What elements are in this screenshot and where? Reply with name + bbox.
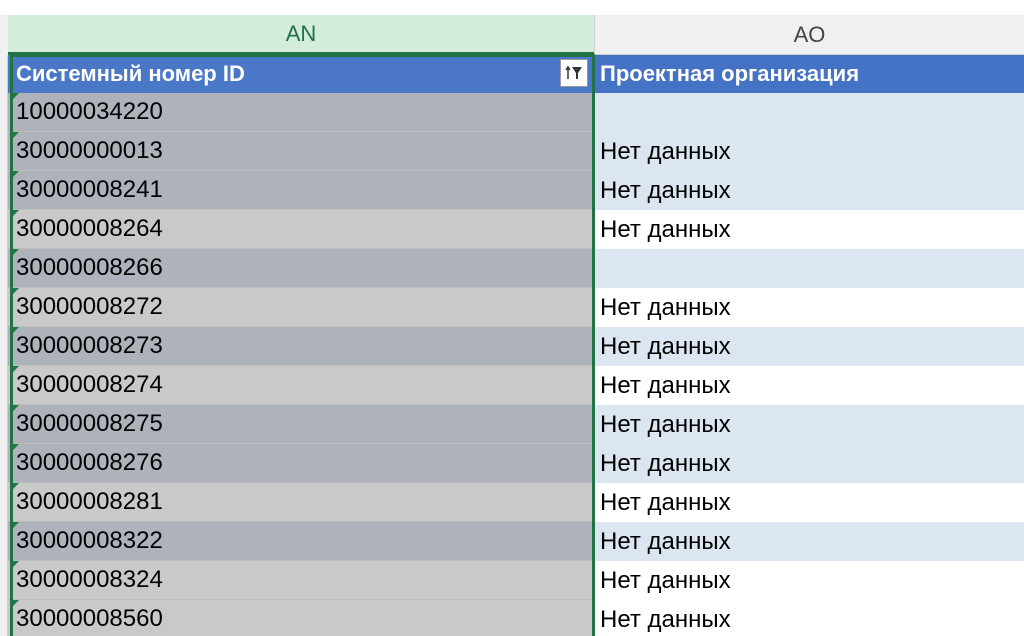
cell-project-org-value: Нет данных [600,293,731,321]
cell-project-org[interactable] [594,93,1024,132]
table-row: 30000008272 Нет данных [8,288,1024,327]
cell-project-org-value: Нет данных [600,527,731,555]
cell-project-org[interactable]: Нет данных [594,132,1024,171]
cell-project-org-value: Нет данных [600,176,731,204]
cell-project-org[interactable]: Нет данных [594,327,1024,366]
table-row: 30000008324 Нет данных [8,561,1024,600]
cell-project-org[interactable]: Нет данных [594,366,1024,405]
table-row: 30000008241 Нет данных [8,171,1024,210]
cell-project-org-value: Нет данных [600,449,731,477]
error-indicator-icon [11,366,19,374]
cell-project-org[interactable]: Нет данных [594,561,1024,600]
cell-system-id-value: 30000008241 [16,176,163,203]
cell-system-id[interactable]: 30000008241 [8,171,594,210]
cell-system-id[interactable]: 30000008276 [8,444,594,483]
cell-system-id-value: 30000008272 [16,293,163,320]
cell-system-id-value: 30000008322 [16,527,163,554]
cell-system-id[interactable]: 30000008273 [8,327,594,366]
cell-system-id-value: 30000008324 [16,566,163,593]
cell-project-org-value: Нет данных [600,332,731,360]
error-indicator-icon [11,249,19,257]
error-indicator-icon [11,132,19,140]
error-indicator-icon [11,522,19,530]
cell-project-org-value: Нет данных [600,605,731,633]
column-headers: AN AO [0,15,1024,55]
table-row: 30000000013 Нет данных [8,132,1024,171]
cell-project-org[interactable]: Нет данных [594,600,1024,636]
table-row: 30000008275 Нет данных [8,405,1024,444]
table-row: 10000034220 [8,93,1024,132]
header-label-project-org: Проектная организация [600,61,860,86]
cell-grid: Системный номер ID Проектная организация… [8,55,1024,636]
table-row: 30000008322 Нет данных [8,522,1024,561]
cell-project-org[interactable]: Нет данных [594,483,1024,522]
cell-project-org-value: Нет данных [600,566,731,594]
cell-system-id-value: 10000034220 [16,98,163,125]
table-row: 30000008273 Нет данных [8,327,1024,366]
cell-system-id[interactable]: 30000008266 [8,249,594,288]
column-header-ao[interactable]: AO [594,15,1024,55]
table-row: 30000008264 Нет данных [8,210,1024,249]
cell-system-id[interactable]: 30000008322 [8,522,594,561]
cell-system-id[interactable]: 30000008264 [8,210,594,249]
cell-system-id-value: 30000008264 [16,215,163,242]
cell-system-id[interactable]: 30000008281 [8,483,594,522]
table-row: 30000008281 Нет данных [8,483,1024,522]
cell-system-id-value: 30000008560 [16,605,163,632]
cell-project-org[interactable]: Нет данных [594,405,1024,444]
cell-project-org[interactable]: Нет данных [594,210,1024,249]
column-header-an[interactable]: AN [8,15,594,55]
error-indicator-icon [11,561,19,569]
cell-project-org-value: Нет данных [600,137,731,165]
spreadsheet: AN AO Системный номер ID Проектная орган… [0,0,1024,636]
cell-system-id[interactable]: 30000008274 [8,366,594,405]
error-indicator-icon [11,288,19,296]
table-row: 30000008560 Нет данных [8,600,1024,636]
cell-system-id-value: 30000008281 [16,488,163,515]
cell-project-org[interactable] [594,249,1024,288]
filter-sort-icon[interactable] [560,59,588,87]
cell-system-id[interactable]: 30000008324 [8,561,594,600]
top-strip [0,0,1024,15]
header-label-system-id: Системный номер ID [16,61,245,86]
table-row: 30000008276 Нет данных [8,444,1024,483]
error-indicator-icon [11,600,19,608]
cell-system-id[interactable]: 30000000013 [8,132,594,171]
cell-project-org-value: Нет данных [600,488,731,516]
error-indicator-icon [11,327,19,335]
error-indicator-icon [11,444,19,452]
error-indicator-icon [11,210,19,218]
error-indicator-icon [11,405,19,413]
cell-system-id-value: 30000000013 [16,137,163,164]
cell-system-id-value: 30000008273 [16,332,163,359]
table-row: 30000008274 Нет данных [8,366,1024,405]
cell-system-id[interactable]: 30000008560 [8,600,594,636]
cell-system-id-value: 30000008274 [16,371,163,398]
cell-project-org[interactable]: Нет данных [594,171,1024,210]
cell-project-org[interactable]: Нет данных [594,522,1024,561]
header-cell-project-org[interactable]: Проектная организация [594,55,1024,93]
table-row: 30000008266 [8,249,1024,288]
row-header-stub [0,15,8,636]
error-indicator-icon [11,171,19,179]
header-cell-system-id[interactable]: Системный номер ID [8,55,594,93]
cell-system-id-value: 30000008266 [16,254,163,281]
cell-project-org-value: Нет данных [600,215,731,243]
cell-project-org[interactable]: Нет данных [594,288,1024,327]
cell-system-id[interactable]: 10000034220 [8,93,594,132]
cell-system-id[interactable]: 30000008275 [8,405,594,444]
cell-system-id-value: 30000008276 [16,449,163,476]
cell-project-org[interactable]: Нет данных [594,444,1024,483]
cell-project-org-value: Нет данных [600,410,731,438]
table-header-row: Системный номер ID Проектная организация [8,55,1024,93]
error-indicator-icon [11,483,19,491]
data-rows: 10000034220 30000000013 Нет данных 30000008… [8,93,1024,636]
error-indicator-icon [11,93,19,101]
cell-system-id[interactable]: 30000008272 [8,288,594,327]
cell-project-org-value: Нет данных [600,371,731,399]
cell-system-id-value: 30000008275 [16,410,163,437]
